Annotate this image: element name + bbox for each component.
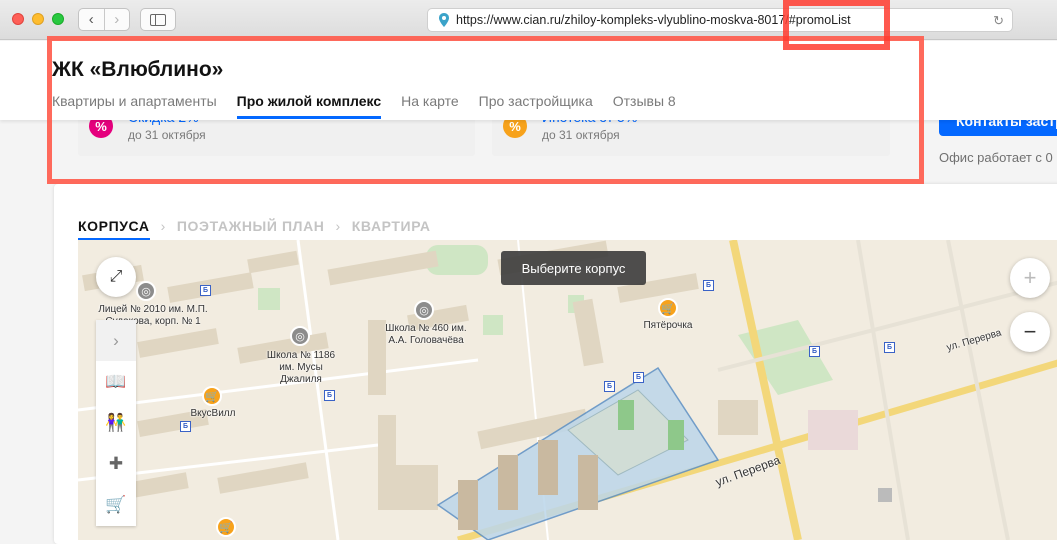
office-hours: Офис работает с 0 [939, 150, 1053, 165]
cart-icon: 🛒 [105, 494, 127, 514]
close-window-button[interactable] [12, 13, 24, 25]
tab-on-map[interactable]: На карте [401, 93, 459, 119]
school-1186-label: Школа № 1186 им. Мусы Джалиля [266, 350, 336, 385]
page-title: ЖК «Влюблино» [52, 58, 224, 81]
zoom-in-button[interactable]: + [1010, 258, 1050, 298]
bus-stop-icon[interactable]: Б [633, 372, 644, 383]
layer-shops-button[interactable]: 🛒 [96, 484, 136, 525]
chevron-right-icon: › [160, 218, 166, 234]
zoom-window-button[interactable] [52, 13, 64, 25]
chevron-right-icon: › [335, 218, 341, 234]
bus-stop-icon[interactable]: Б [604, 381, 615, 392]
address-bar[interactable]: https://www.cian.ru/zhiloy-kompleks-vlyu… [427, 8, 1013, 32]
layer-kids-button[interactable]: 👫 [96, 402, 136, 443]
zoom-out-button[interactable]: − [1010, 312, 1050, 352]
map-base [78, 240, 1057, 540]
bus-stop-icon[interactable]: Б [884, 342, 895, 353]
sidebar-toggle-button[interactable] [140, 8, 176, 31]
chevron-left-icon: ‹ [88, 11, 94, 28]
step-floor-plan[interactable]: ПОЭТАЖНЫЙ ПЛАН [177, 218, 325, 241]
sidebar-icon [150, 13, 166, 26]
bus-stop-icon[interactable]: Б [180, 421, 191, 432]
map-layers-toolbar: › 📖 👫 ✚ 🛒 [96, 320, 136, 526]
bus-stop-icon[interactable]: Б [703, 280, 714, 291]
step-apartment[interactable]: КВАРТИРА [352, 218, 431, 241]
children-icon: 👫 [105, 412, 127, 432]
chevron-right-icon: › [113, 330, 119, 350]
promo-subtitle: до 31 октября [128, 128, 206, 142]
history-nav: ‹ › [78, 8, 130, 31]
expand-icon: ⤢ [109, 268, 123, 285]
chevron-right-icon: › [114, 11, 120, 28]
layer-medical-button[interactable]: ✚ [96, 443, 136, 484]
school-poi-icon[interactable]: ◎ [414, 300, 434, 320]
bus-stop-icon[interactable]: Б [324, 390, 335, 401]
medical-cross-icon: ✚ [108, 453, 124, 473]
reload-icon[interactable]: ↻ [993, 13, 1004, 29]
map-view[interactable]: ◎ Лицей № 2010 им. М.П. Судакова, корп. … [78, 240, 1057, 540]
tab-developer[interactable]: Про застройщика [479, 93, 593, 119]
toolbar-toggle-button[interactable]: › [96, 320, 136, 361]
shop-poi-icon[interactable]: 🛒 [202, 386, 222, 406]
browser-toolbar: ‹ › https://www.cian.ru/zhiloy-kompleks-… [0, 0, 1057, 40]
pyaterochka-label: Пятёрочка [643, 320, 693, 331]
back-button[interactable]: ‹ [79, 9, 104, 30]
minimize-window-button[interactable] [32, 13, 44, 25]
step-buildings[interactable]: КОРПУСА [78, 218, 150, 241]
location-pin-icon [438, 13, 450, 27]
promo-subtitle: до 31 октября [542, 128, 620, 142]
bus-stop-icon[interactable]: Б [809, 346, 820, 357]
book-icon: 📖 [105, 371, 127, 391]
forward-button[interactable]: › [103, 9, 130, 30]
layer-education-button[interactable]: 📖 [96, 361, 136, 402]
select-building-tooltip: Выберите корпус [501, 251, 646, 285]
tab-about-complex[interactable]: Про жилой комплекс [236, 93, 382, 119]
step-navigation: КОРПУСА › ПОЭТАЖНЫЙ ПЛАН › КВАРТИРА [78, 218, 431, 241]
tab-apartments[interactable]: Квартиры и апартаменты [52, 93, 217, 119]
section-tabs: Квартиры и апартаменты Про жилой комплек… [52, 93, 696, 119]
school-poi-icon[interactable]: ◎ [290, 326, 310, 346]
bus-stop-icon[interactable]: Б [200, 285, 211, 296]
fullscreen-button[interactable]: ⤢ [96, 257, 136, 297]
shop-poi-icon[interactable]: 🛒 [216, 517, 236, 537]
tab-reviews[interactable]: Отзывы 8 [613, 93, 676, 119]
school-poi-icon[interactable]: ◎ [136, 281, 156, 301]
page-header: ЖК «Влюблино» Квартиры и апартаменты Про… [0, 41, 1057, 120]
shop-poi-icon[interactable]: 🛒 [658, 298, 678, 318]
school-460-label: Школа № 460 им. А.А. Головачёва [385, 323, 467, 346]
url-text: https://www.cian.ru/zhiloy-kompleks-vlyu… [456, 13, 851, 27]
vkusvill-label: ВкусВилл [190, 408, 236, 419]
